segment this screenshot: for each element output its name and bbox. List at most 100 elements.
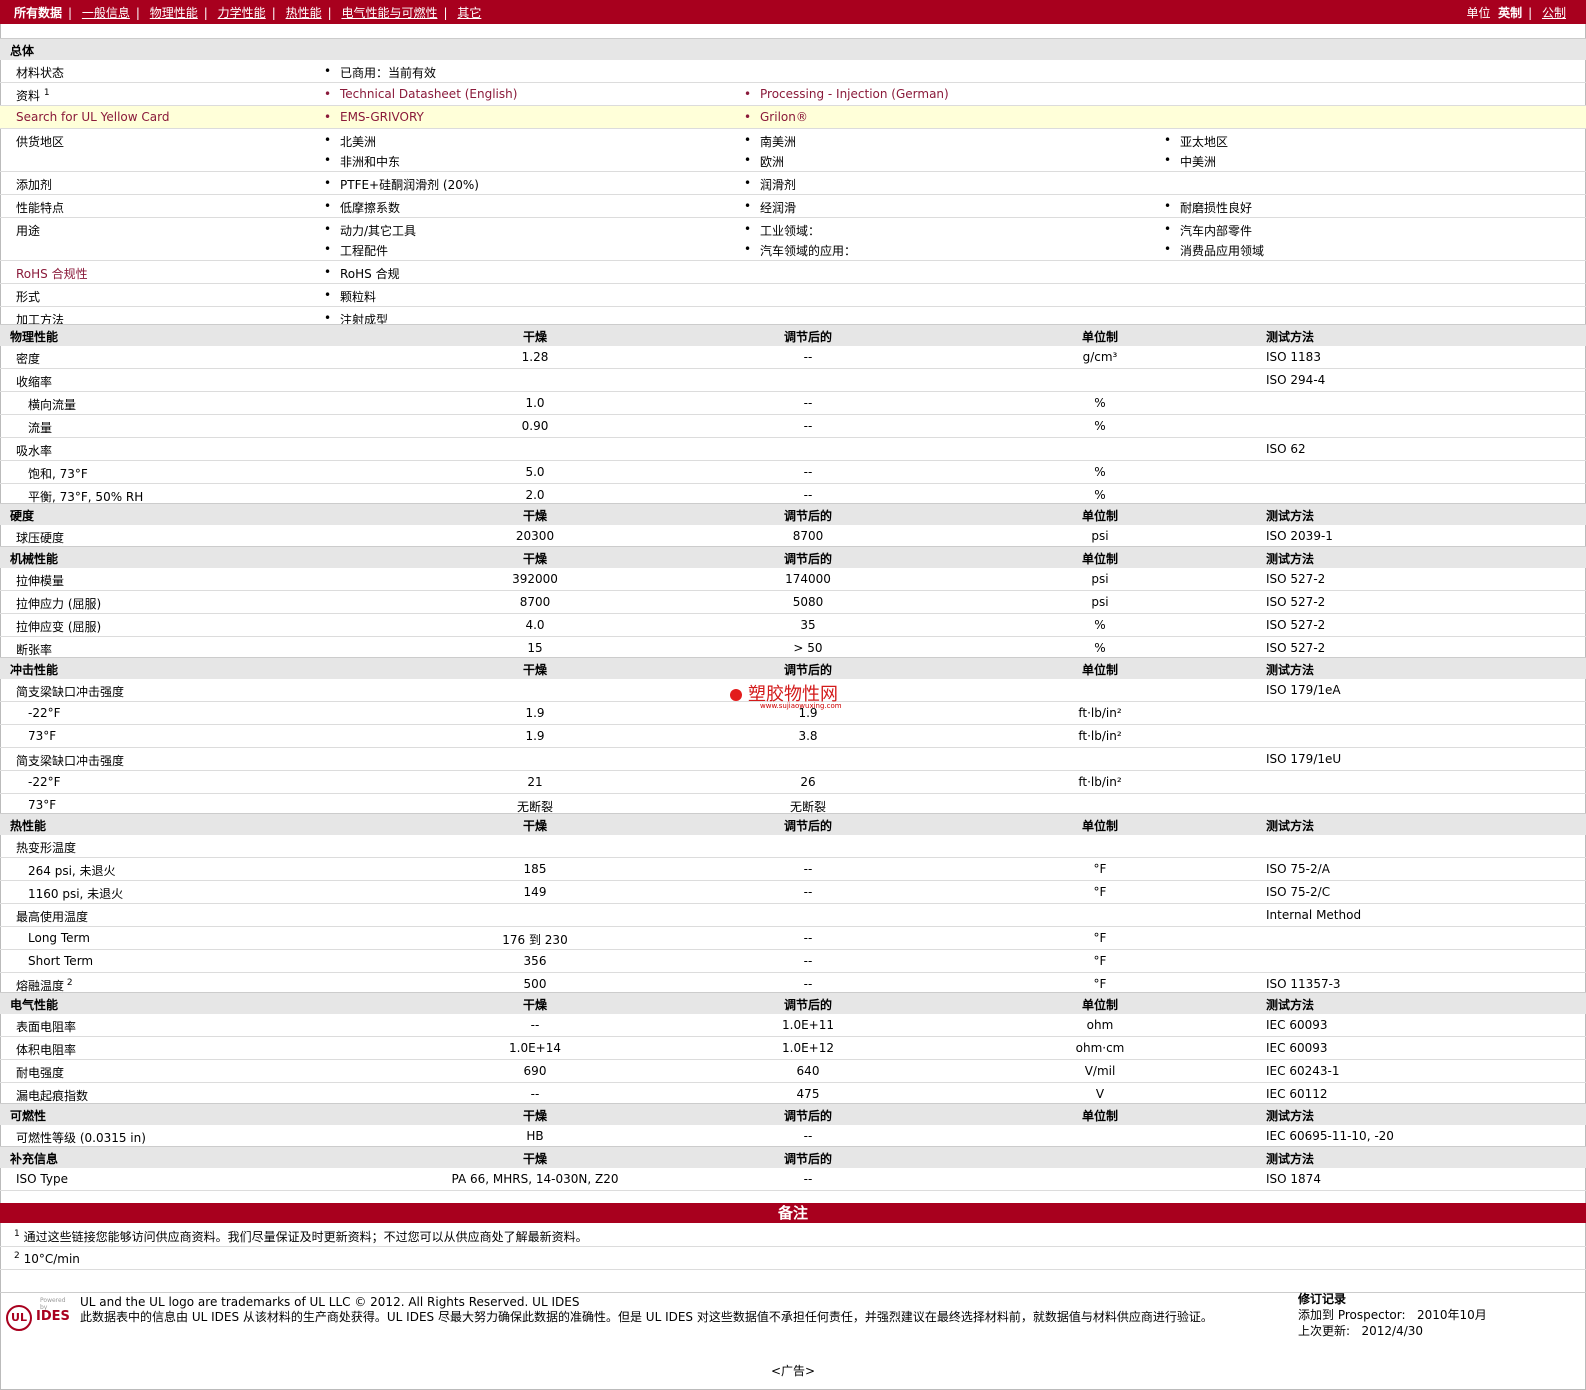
value-dry: 1.9 [525, 729, 545, 743]
row-value: RoHS 合规 [324, 265, 400, 282]
nav-physical[interactable]: 物理性能 [150, 6, 198, 20]
property-name: ISO Type [16, 1172, 68, 1186]
ul-ides-logo: Powered by UL IDES [6, 1297, 72, 1337]
use-item: 动力/其它工具 [324, 222, 416, 239]
table-row: 表面电阻率 -- 1.0E+11 ohm IEC 60093 [0, 1014, 1586, 1037]
col-header-method: 测试方法 [1266, 1109, 1315, 1123]
value-conditioned: 3.8 [798, 729, 818, 743]
section-header-supplement: 补充信息 干燥 调节后的 测试方法 [0, 1146, 1586, 1168]
value-dry: 5.0 [525, 465, 545, 479]
value-conditioned: -- [803, 862, 813, 876]
nav-mechanical[interactable]: 力学性能 [218, 6, 266, 20]
property-name: 饱和, 73°F [28, 467, 88, 481]
section-header-hardness: 硬度 干燥 调节后的 单位制 测试方法 [0, 503, 1586, 525]
ul-link-ems-grivory[interactable]: EMS-GRIVORY [324, 110, 424, 124]
value-conditioned: -- [803, 350, 813, 364]
col-header-unit: 单位制 [1081, 509, 1118, 523]
property-name: 拉伸应变 (屈服) [16, 620, 102, 634]
value-conditioned: 1.0E+12 [782, 1041, 834, 1055]
test-method: IEC 60093 [1266, 1018, 1328, 1032]
unit-metric-link[interactable]: 公制 [1542, 6, 1566, 20]
value-dry: -- [530, 1087, 540, 1101]
value-dry: 21 [527, 775, 543, 789]
value-dry: 1.0E+14 [509, 1041, 561, 1055]
rohs-link[interactable]: RoHS 合规性 [16, 265, 88, 282]
property-name: 简支梁缺口冲击强度 [16, 685, 125, 699]
table-row: -22°F 21 26 ft·lb/in² [0, 771, 1586, 794]
value-dry: 149 [523, 885, 547, 899]
section-title: 总体 [10, 44, 35, 58]
value-dry: 4.0 [525, 618, 545, 632]
unit-english[interactable]: 英制 [1498, 6, 1522, 20]
table-row: 收缩率 ISO 294-4 [0, 369, 1586, 392]
value-conditioned: -- [803, 465, 813, 479]
feature-item: 经润滑 [744, 199, 796, 216]
nav-electrical[interactable]: 电气性能与可燃性 [341, 6, 437, 20]
value-dry: 15 [527, 641, 543, 655]
test-method: Internal Method [1266, 908, 1362, 922]
value-conditioned: 174000 [785, 572, 831, 586]
property-name: 可燃性等级 (0.0315 in) [16, 1131, 146, 1145]
property-name: 横向流量 [28, 398, 77, 412]
col-header-dry: 干燥 [522, 1152, 547, 1166]
section-title: 冲击性能 [10, 663, 59, 677]
table-row: 简支梁缺口冲击强度 ISO 179/1eU [0, 748, 1586, 771]
col-header-dry: 干燥 [522, 509, 547, 523]
property-name: 体积电阻率 [16, 1043, 77, 1057]
doc-link-technical-datasheet[interactable]: Technical Datasheet (English) [324, 87, 517, 101]
col-header-conditioned: 调节后的 [783, 330, 832, 344]
table-row: 拉伸应变 (屈服) 4.0 35% ISO 527-2 [0, 614, 1586, 637]
col-header-unit: 单位制 [1081, 552, 1118, 566]
col-header-conditioned: 调节后的 [783, 998, 832, 1012]
value-unit: V [1095, 1087, 1105, 1101]
region-item: 南美洲 [744, 133, 796, 150]
value-unit: % [1094, 465, 1106, 479]
value-dry: 1.28 [521, 350, 549, 364]
value-conditioned: 475 [796, 1087, 820, 1101]
note-2: 2 10°C/min [0, 1247, 1586, 1270]
table-row: 吸水率 ISO 62 [0, 438, 1586, 461]
value-conditioned: 8700 [792, 529, 824, 543]
ul-link-grilon[interactable]: Grilon® [744, 110, 808, 124]
general-row-uses: 用途 动力/其它工具 工业领域： 汽车内部零件 工程配件 汽车领域的应用： 消费… [0, 218, 1586, 261]
col-header-conditioned: 调节后的 [783, 1109, 832, 1123]
footnote-marker: 1 [14, 1229, 20, 1239]
row-label: 资料 [16, 89, 41, 103]
nav-all-data[interactable]: 所有数据 [14, 6, 62, 20]
table-row: Long Term 176 到 230 -- °F [0, 927, 1586, 950]
value-dry: -- [530, 1018, 540, 1032]
property-name: 表面电阻率 [16, 1020, 77, 1034]
value-unit: % [1094, 419, 1106, 433]
table-row: 体积电阻率 1.0E+14 1.0E+12 ohm·cm IEC 60093 [0, 1037, 1586, 1060]
value-conditioned: -- [803, 488, 813, 502]
property-name: 吸水率 [16, 444, 53, 458]
test-method: ISO 1874 [1266, 1172, 1321, 1186]
value-unit: % [1094, 396, 1106, 410]
value-conditioned: 26 [800, 775, 816, 789]
table-row: Short Term 356 -- °F [0, 950, 1586, 973]
revision-updated-label: 上次更新: [1298, 1324, 1351, 1338]
nav-thermal[interactable]: 热性能 [286, 6, 322, 20]
nav-general-info[interactable]: 一般信息 [82, 6, 130, 20]
col-header-dry: 干燥 [522, 330, 547, 344]
row-label: 性能特点 [16, 201, 65, 215]
value-unit: ft·lb/in² [1078, 706, 1122, 720]
property-name: 1160 psi, 未退火 [28, 887, 124, 901]
note-text: 10°C/min [23, 1252, 80, 1266]
section-header-general: 总体 [0, 38, 1586, 60]
table-row: 流量 0.90 --% [0, 415, 1586, 438]
ul-yellow-card-link[interactable]: Search for UL Yellow Card [16, 110, 169, 124]
col-header-method: 测试方法 [1266, 552, 1315, 566]
property-name: 73°F [28, 729, 57, 743]
ad-placeholder: <广告> [770, 1364, 816, 1378]
feature-item: 低摩擦系数 [324, 199, 400, 216]
value-dry: PA 66, MHRS, 14-030N, Z20 [451, 1172, 619, 1186]
col-header-dry: 干燥 [522, 663, 547, 677]
nav-other[interactable]: 其它 [457, 6, 481, 20]
col-header-method: 测试方法 [1266, 509, 1315, 523]
col-header-unit: 单位制 [1081, 330, 1118, 344]
doc-link-processing[interactable]: Processing - Injection (German) [744, 87, 949, 101]
col-header-unit: 单位制 [1081, 998, 1118, 1012]
value-unit: °F [1093, 931, 1107, 945]
notes-header: 备注 [0, 1203, 1586, 1223]
